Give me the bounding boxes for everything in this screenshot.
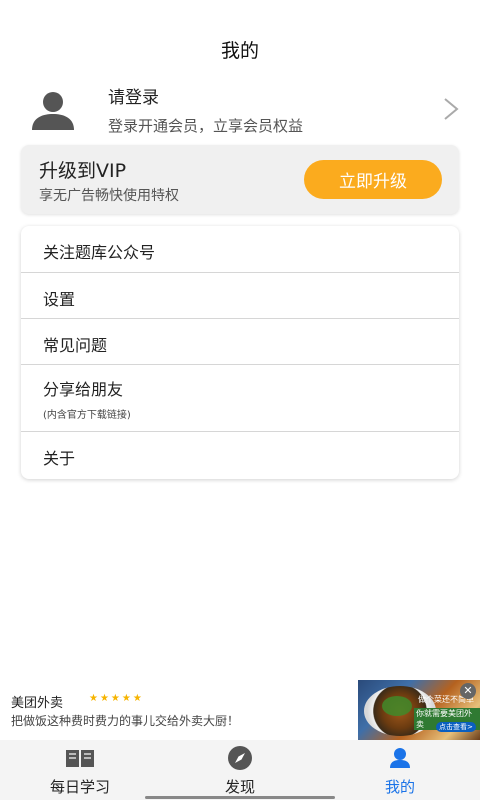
page-title: 我的 (220, 39, 259, 62)
bottom-nav: 每日学习 发现 我的 (0, 740, 480, 800)
nav-tab-mine[interactable]: 我的 (320, 740, 480, 800)
home-indicator[interactable] (145, 796, 335, 799)
ad-greens-graphic (382, 696, 412, 716)
nav-tab-daily-study[interactable]: 每日学习 (0, 740, 160, 800)
person-icon (385, 747, 415, 769)
menu-item-about[interactable]: 关于 (21, 432, 459, 479)
ad-title: 美团外卖 (11, 696, 64, 711)
profile-text: 请登录 登录开通会员，立享会员权益 (108, 86, 303, 139)
vip-subtitle: 享无广告畅快使用特权 (39, 188, 179, 204)
login-prompt: 请登录 (108, 88, 159, 108)
nav-label: 每日学习 (49, 778, 110, 796)
menu-item-label: 分享给朋友 (43, 380, 124, 399)
ad-rating-stars: ★★★★★ (89, 693, 144, 704)
menu-item-share[interactable]: 分享给朋友 (内含官方下载链接) (21, 365, 459, 432)
menu-item-label: 关注题库公众号 (43, 243, 156, 262)
close-icon[interactable]: ✕ (460, 683, 476, 699)
compass-icon (225, 746, 255, 770)
menu-item-label: 常见问题 (43, 336, 108, 355)
vip-title: 升级到VIP (39, 160, 127, 182)
ad-description: 把做饭这种费时费力的事儿交给外卖大厨！ (11, 714, 240, 728)
book-icon (65, 747, 95, 769)
menu-item-label: 设置 (43, 290, 76, 309)
menu-item-follow-account[interactable]: 关注题库公众号 (21, 226, 459, 273)
user-avatar-icon (30, 90, 76, 130)
ad-image-button: 点击查看> (436, 722, 476, 732)
chevron-right-icon (442, 96, 460, 122)
nav-label: 我的 (384, 778, 415, 796)
ad-food-image[interactable]: 做个菜还不简单 你就需要美团外卖 点击查看> ✕ (358, 680, 480, 740)
settings-menu: 关注题库公众号 设置 常见问题 分享给朋友 (内含官方下载链接) 关于 (21, 226, 459, 479)
menu-item-note: (内含官方下载链接) (43, 410, 131, 421)
menu-item-label: 关于 (43, 449, 76, 468)
login-profile-row[interactable]: 请登录 登录开通会员，立享会员权益 (0, 82, 480, 138)
menu-item-faq[interactable]: 常见问题 (21, 319, 459, 365)
nav-tab-discover[interactable]: 发现 (160, 740, 320, 800)
nav-label: 发现 (224, 778, 255, 796)
page-header: 我的 (0, 0, 480, 80)
upgrade-now-button[interactable]: 立即升级 (304, 160, 442, 199)
login-subtitle: 登录开通会员，立享会员权益 (108, 117, 304, 135)
ad-banner[interactable]: 美团外卖 ★★★★★ 把做饭这种费时费力的事儿交给外卖大厨！ 做个菜还不简单 你… (0, 680, 480, 740)
menu-item-settings[interactable]: 设置 (21, 273, 459, 319)
vip-upgrade-card: 升级到VIP 享无广告畅快使用特权 立即升级 (21, 145, 459, 214)
